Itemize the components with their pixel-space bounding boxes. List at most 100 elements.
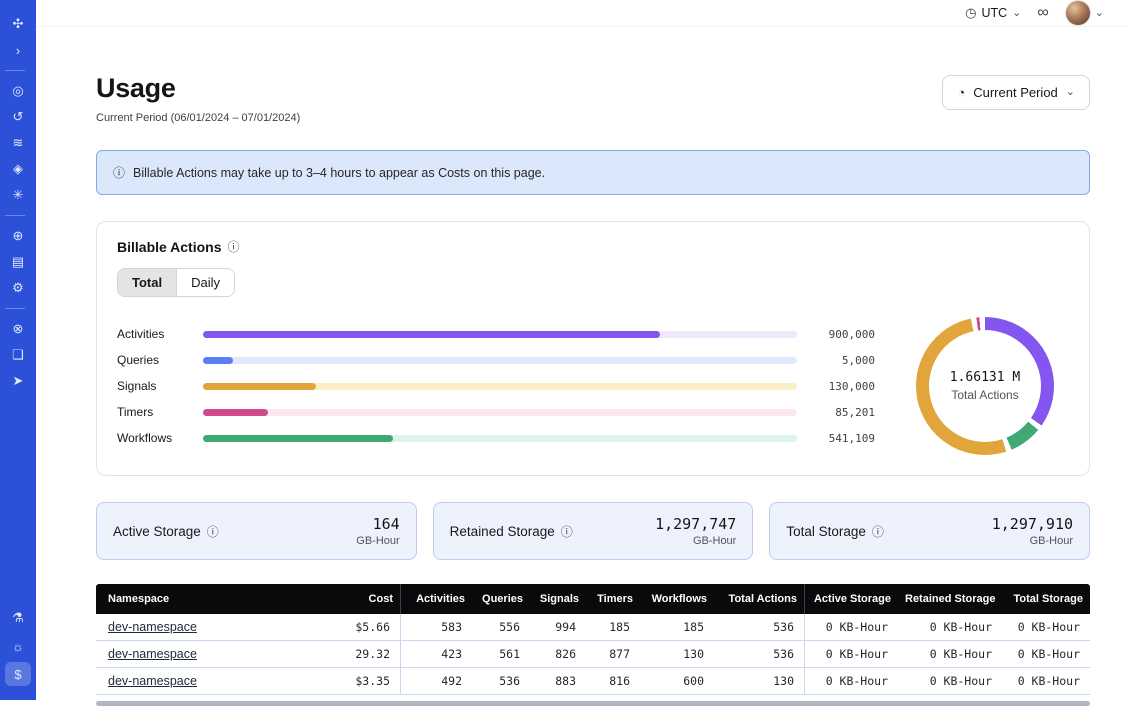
bar-label: Signals	[117, 379, 189, 393]
storage-card-value-block: 164GB-Hour	[356, 515, 399, 547]
bar-value: 130,000	[811, 380, 875, 393]
sidebar-globe-icon[interactable]: ⊕	[5, 224, 31, 248]
namespace-cell: dev-namespace	[96, 614, 336, 641]
sidebar-divider	[5, 70, 25, 71]
bar-fill	[203, 409, 268, 416]
table-cell: 536	[472, 668, 530, 695]
current-period-dropdown[interactable]: ◔ Current Period ⌄	[942, 75, 1090, 110]
column-header-signals: Signals	[530, 584, 586, 614]
bar-track	[203, 383, 797, 390]
sidebar-nexus-icon[interactable]: ✳	[5, 183, 31, 207]
sidebar-settings-icon[interactable]: ⚙	[5, 276, 31, 300]
timezone-selector[interactable]: ◷ UTC ⌄	[965, 5, 1021, 21]
bar-row-queries: Queries5,000	[117, 352, 875, 369]
sidebar-logo-icon[interactable]: ✣	[5, 12, 31, 36]
namespace-link[interactable]: dev-namespace	[108, 620, 197, 634]
table-cell: 536	[714, 641, 804, 668]
table-cell: 0 KB-Hour	[1002, 614, 1090, 641]
donut-chart: 1.66131 M Total Actions	[916, 317, 1054, 455]
bar-value: 900,000	[811, 328, 875, 341]
bar-row-activities: Activities900,000	[117, 326, 875, 343]
bar-label: Workflows	[117, 431, 189, 445]
storage-unit: GB-Hour	[655, 535, 736, 547]
table-cell: 556	[472, 614, 530, 641]
table-row: dev-namespace$3.354925368838166001300 KB…	[96, 668, 1090, 695]
column-header-retained-storage: Retained Storage	[898, 584, 1002, 614]
donut-chart-wrap: 1.66131 M Total Actions	[901, 317, 1069, 455]
bar-track	[203, 435, 797, 442]
column-header-workflows: Workflows	[640, 584, 714, 614]
info-icon[interactable]: ⓘ	[228, 238, 240, 255]
sidebar-namespaces-icon[interactable]: ◎	[5, 79, 31, 103]
table-cell: 0 KB-Hour	[804, 641, 898, 668]
table-header-row: NamespaceCostActivitiesQueriesSignalsTim…	[96, 584, 1090, 614]
info-banner: ⓘ Billable Actions may take up to 3–4 ho…	[96, 150, 1090, 195]
bar-fill	[203, 435, 393, 442]
table-cell: 883	[530, 668, 586, 695]
column-header-activities: Activities	[400, 584, 472, 614]
sidebar-history-icon[interactable]: ↺	[5, 105, 31, 129]
table-cell: 130	[640, 641, 714, 668]
bar-row-signals: Signals 130,000	[117, 378, 875, 395]
table-cell: 0 KB-Hour	[898, 641, 1002, 668]
namespace-link[interactable]: dev-namespace	[108, 674, 197, 688]
billable-actions-title: Billable Actions	[117, 239, 222, 255]
feedback-glasses-icon[interactable]: ∞	[1037, 4, 1048, 22]
table-cell: 492	[400, 668, 472, 695]
info-icon[interactable]: ⓘ	[872, 523, 884, 540]
storage-card-label: Total Storage	[786, 524, 866, 539]
bar-fill	[203, 357, 233, 364]
content: Usage Current Period (06/01/2024 – 07/01…	[36, 27, 1126, 706]
account-menu[interactable]: ⌄	[1065, 0, 1104, 26]
sidebar-billing-icon[interactable]: ▤	[5, 250, 31, 274]
avatar[interactable]	[1065, 0, 1091, 26]
chevron-down-icon: ⌄	[1095, 8, 1104, 19]
tab-daily[interactable]: Daily	[176, 269, 234, 296]
bar-track	[203, 357, 797, 364]
page-root: ✣› ◎↺≋◈✳ ⊕▤⚙ ⊗❏➤ ⚗ ☼ $ ◷ UTC ⌄ ∞ ⌄ Usage Curr…	[0, 0, 1126, 700]
page-header: Usage Current Period (06/01/2024 – 07/01…	[96, 73, 1090, 124]
table-cell: 185	[640, 614, 714, 641]
table-cell: 0 KB-Hour	[898, 668, 1002, 695]
billable-actions-header: Billable Actions ⓘ	[117, 238, 1069, 255]
info-icon[interactable]: ⓘ	[561, 523, 573, 540]
storage-card: Retained Storageⓘ 1,297,747 GB-Hour	[433, 502, 754, 560]
page-title: Usage	[96, 73, 300, 104]
table-cell: 130	[714, 668, 804, 695]
sidebar-layers-icon[interactable]: ≋	[5, 131, 31, 155]
namespace-link[interactable]: dev-namespace	[108, 647, 197, 661]
sidebar-collapse-icon[interactable]: ›	[5, 38, 31, 62]
sidebar-theme-icon[interactable]: ☼	[5, 634, 31, 658]
sidebar-support-icon[interactable]: ⊗	[5, 317, 31, 341]
column-header-namespace: Namespace	[96, 584, 336, 614]
sidebar-divider	[5, 308, 25, 309]
bar-label: Queries	[117, 353, 189, 367]
table-cell: 0 KB-Hour	[1002, 668, 1090, 695]
period-button-label: Current Period	[973, 85, 1058, 100]
total-daily-tabs: TotalDaily	[117, 268, 235, 297]
namespace-cell: dev-namespace	[96, 641, 336, 668]
storage-value: 1,297,747	[655, 515, 736, 533]
namespace-usage-table: NamespaceCostActivitiesQueriesSignalsTim…	[96, 584, 1090, 706]
table-cell: 816	[586, 668, 640, 695]
storage-value: 1,297,910	[992, 515, 1073, 533]
sidebar-quickstart-icon[interactable]: ➤	[5, 369, 31, 393]
storage-card-label-row: Retained Storageⓘ	[450, 523, 573, 540]
info-icon[interactable]: ⓘ	[207, 523, 219, 540]
table-cell: 0 KB-Hour	[898, 614, 1002, 641]
donut-center: 1.66131 M Total Actions	[929, 330, 1041, 442]
horizontal-scrollbar[interactable]	[96, 701, 1090, 706]
table-cell: 185	[586, 614, 640, 641]
column-header-total-actions: Total Actions	[714, 584, 804, 614]
sidebar-docs-icon[interactable]: ❏	[5, 343, 31, 367]
storage-card-label: Active Storage	[113, 524, 201, 539]
sidebar-deployments-icon[interactable]: ◈	[5, 157, 31, 181]
storage-card-label-row: Total Storage ⓘ	[786, 523, 884, 540]
bar-row-workflows: Workflows541,109	[117, 430, 875, 447]
table-cell: 0 KB-Hour	[804, 614, 898, 641]
sidebar-lab-icon[interactable]: ⚗	[5, 606, 31, 630]
storage-card-value-block: 1,297,747 GB-Hour	[655, 515, 736, 547]
sidebar-icon-list: ✣› ◎↺≋◈✳ ⊕▤⚙ ⊗❏➤	[5, 10, 31, 395]
sidebar-usage-icon[interactable]: $	[5, 662, 31, 686]
tab-total[interactable]: Total	[118, 269, 176, 296]
